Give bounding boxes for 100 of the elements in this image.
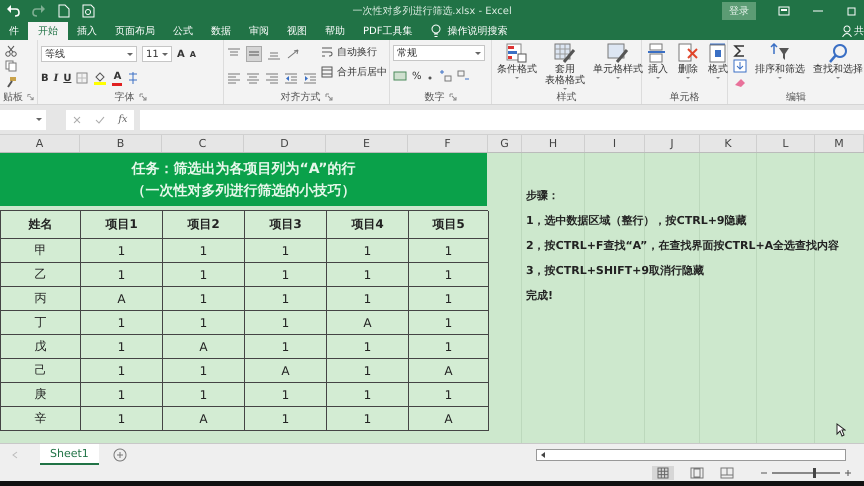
increase-indent-icon[interactable] [303,72,317,84]
cell-styles-button[interactable]: 单元格样式 [591,43,645,90]
ribbon-tab[interactable]: 件 [0,22,28,40]
ribbon-display-icon[interactable] [778,6,790,16]
dialog-launcher-icon[interactable] [324,93,332,101]
ribbon-tab[interactable]: 数据 [202,22,240,40]
cancel-icon[interactable] [72,114,82,124]
align-left-icon[interactable] [227,72,241,84]
restore-icon[interactable] [846,6,858,16]
decrease-indent-icon[interactable] [284,72,298,84]
ribbon-tab[interactable]: PDF工具集 [354,22,422,40]
add-sheet-icon[interactable] [112,448,127,462]
page-break-icon[interactable] [720,467,734,479]
align-center-icon[interactable] [246,72,260,84]
dialog-launcher-icon[interactable] [138,93,146,101]
delete-cross-icon [677,43,699,63]
format-painter-icon[interactable] [5,76,17,88]
horizontal-scrollbar[interactable] [536,448,846,460]
ribbon-tab[interactable]: 开始 [28,22,68,40]
undo-icon[interactable] [6,4,20,18]
column-header[interactable]: J [645,135,700,152]
decrease-font-button[interactable]: A [190,50,196,58]
ribbon-tab[interactable]: 视图 [278,22,316,40]
dialog-launcher-icon[interactable] [27,93,34,101]
column-header[interactable]: D [244,135,326,152]
column-header[interactable]: B [80,135,162,152]
autosum-icon[interactable] [733,44,747,58]
italic-button[interactable]: I [54,72,58,84]
table-cell: 1 [81,359,163,383]
group-label: 样式 [556,90,576,104]
table-cell: A [409,407,489,431]
table-format-button[interactable]: 套用 表格格式 [543,43,587,90]
borders-icon[interactable] [76,72,88,84]
column-header[interactable]: E [326,135,408,152]
search-hint[interactable]: 操作说明搜索 [447,24,508,38]
column-header[interactable]: G [488,135,522,152]
table-cell: 1 [409,311,489,335]
font-name-field[interactable]: 等线 [41,46,137,62]
fill-down-icon[interactable] [733,59,747,74]
align-middle-icon[interactable] [246,46,262,62]
accounting-format-icon[interactable] [393,70,407,82]
column-header[interactable]: M [815,135,864,152]
insert-function-button[interactable]: fx [118,114,128,125]
step-text: 1，选中数据区域（整行），按CTRL+9隐藏 [526,213,748,229]
sheet-tab[interactable]: Sheet1 [40,444,99,465]
person-icon[interactable] [842,25,852,37]
zoom-in-icon[interactable] [844,469,852,477]
scroll-arrow-icon[interactable] [540,450,546,458]
formula-input[interactable] [140,110,864,130]
header-cell: 项目3 [245,211,327,239]
percent-button[interactable]: % [412,70,422,82]
font-size-field[interactable]: 11 [142,46,172,62]
ribbon-tab[interactable]: 页面布局 [106,22,164,40]
wrap-text-button[interactable]: 自动换行 [321,45,387,59]
table-cell: 1 [409,263,489,287]
copy-icon[interactable] [5,60,17,72]
find-select-button[interactable]: 查找和选择 [811,43,864,90]
number-format-field[interactable]: 常规 [393,45,485,61]
table-cell: 1 [245,311,327,335]
format-cells-button[interactable]: 格式 [705,43,731,90]
table-cell: 庚 [1,383,81,407]
group-label: 对齐方式 [280,90,320,104]
decrease-decimal-icon[interactable] [456,70,471,82]
conditional-format-button[interactable]: 条件格式 [495,43,539,90]
increase-decimal-icon[interactable] [438,70,452,82]
dialog-launcher-icon[interactable] [448,93,456,101]
column-header[interactable]: I [585,135,645,152]
font-color-button[interactable]: A [112,70,122,86]
table-brush-icon [554,43,576,63]
phonetic-icon[interactable] [127,71,140,85]
fill-color-icon[interactable] [93,71,108,85]
column-header[interactable]: K [700,135,757,152]
sort-filter-button[interactable]: 排序和筛选 [753,43,807,90]
bold-button[interactable]: B [41,72,49,84]
header-cell: 姓名 [1,211,81,239]
column-header[interactable]: H [522,135,585,152]
column-header[interactable]: F [408,135,488,152]
column-header[interactable]: L [757,135,815,152]
increase-font-button[interactable]: A [177,48,185,60]
normal-view-icon[interactable] [652,466,674,480]
check-icon[interactable] [95,114,106,124]
ribbon-tab[interactable]: 帮助 [316,22,354,40]
insert-cells-button[interactable]: 插入 [645,43,671,90]
ribbon-tab[interactable]: 插入 [68,22,106,40]
column-header[interactable]: A [0,135,80,152]
table-cell: 戊 [1,335,81,359]
ribbon-tab[interactable]: 公式 [164,22,202,40]
share-label[interactable]: 共 [854,24,864,38]
merge-center-button[interactable]: 合并后居中 [321,65,387,79]
align-right-icon[interactable] [265,72,279,84]
page-layout-icon[interactable] [690,467,704,479]
cut-icon[interactable] [5,44,17,57]
ribbon-tab[interactable]: 审阅 [240,22,278,40]
column-header[interactable]: C [162,135,244,152]
underline-button[interactable]: U [63,72,72,84]
mouse-cursor-icon [836,423,846,437]
print-preview-icon[interactable] [82,4,96,18]
new-document-icon[interactable] [58,4,70,18]
delete-cells-button[interactable]: 删除 [675,43,701,90]
table-cell: 1 [327,359,409,383]
